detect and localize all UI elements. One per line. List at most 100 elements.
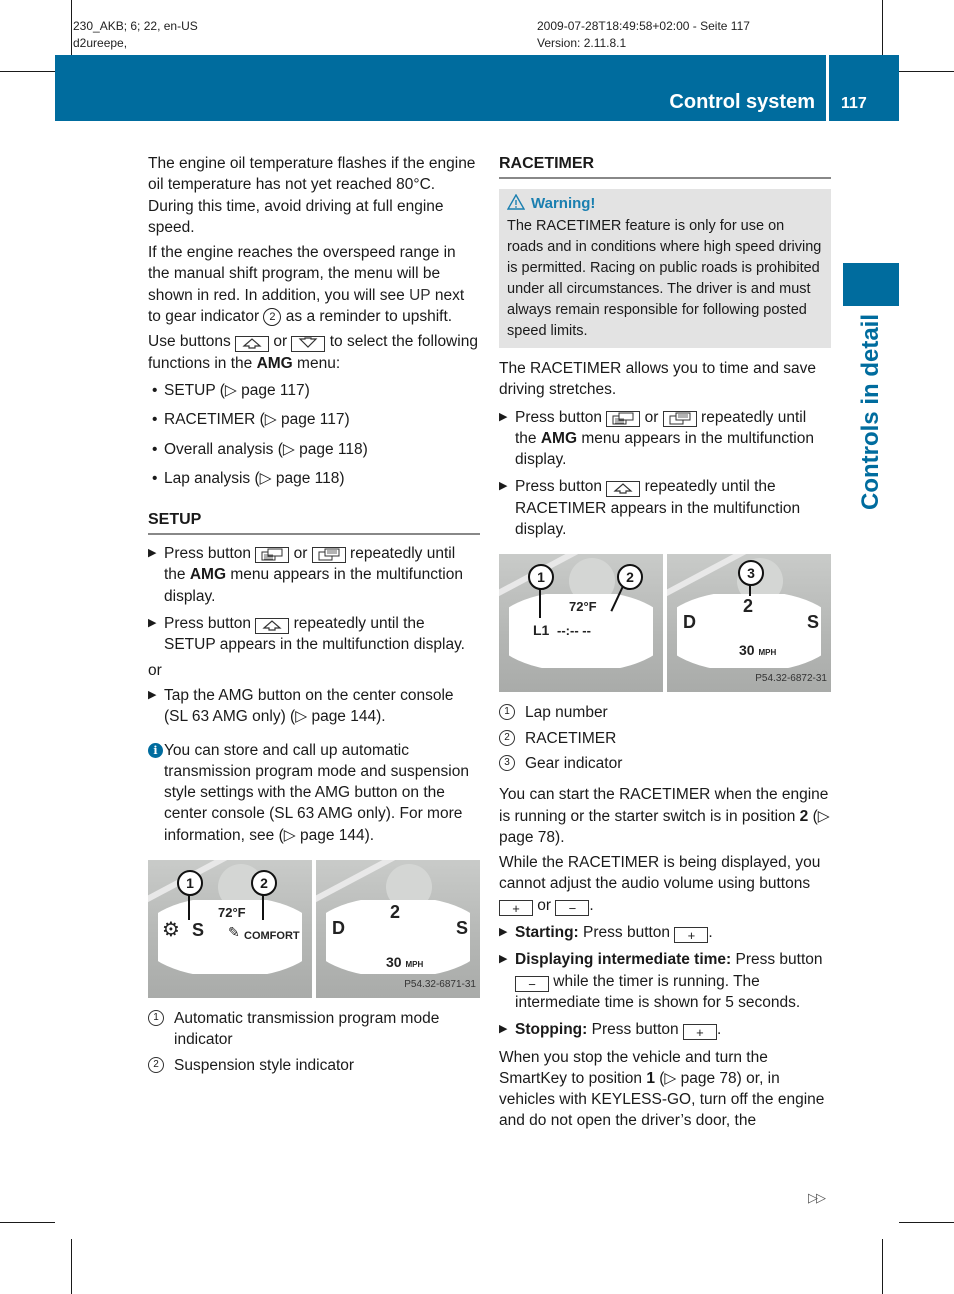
text: Press button bbox=[578, 924, 675, 942]
crop-mark bbox=[899, 1222, 954, 1223]
plus-button-icon: + bbox=[499, 899, 533, 916]
chapter-tab: Controls in detail bbox=[843, 310, 899, 510]
step-label: Displaying intermediate time: bbox=[515, 951, 732, 969]
amg-bold: AMG bbox=[256, 354, 293, 372]
left-column: The engine oil temperature flashes if th… bbox=[148, 153, 480, 1080]
menu-list-item: Overall analysis (▷ page 118) bbox=[148, 439, 480, 461]
paragraph: Use buttons or to select the following f… bbox=[148, 331, 480, 374]
doc-timestamp: 2009-07-28T18:49:58+02:00 - Seite 117 bbox=[537, 19, 750, 33]
up-button-icon bbox=[235, 336, 270, 353]
display-panel-right: D 2 S 30 MPH P54.32-6871-31 bbox=[316, 860, 480, 999]
figure-code: P54.32-6872-31 bbox=[755, 673, 827, 685]
crop-mark bbox=[0, 71, 55, 72]
print-meta-right: 2009-07-28T18:49:58+02:00 - Seite 117 Ve… bbox=[537, 18, 750, 52]
figure-racetimer-display: 72°F L1 --:-- -- 1 2 D 2 S 30 MPH 3 P54.… bbox=[499, 554, 831, 693]
paragraph: You can start the RACETIMER when the eng… bbox=[499, 784, 831, 848]
step-label: Starting: bbox=[515, 924, 579, 942]
text: . bbox=[716, 1021, 722, 1039]
amg-bold: AMG bbox=[540, 429, 578, 447]
gear-icon: ⚙ bbox=[162, 919, 180, 942]
info-icon: i bbox=[148, 742, 163, 758]
position-bold: 2 bbox=[799, 807, 809, 825]
callout-2: 2 bbox=[617, 564, 643, 591]
speed-readout: 30 MPH bbox=[739, 640, 776, 663]
legend-text: Automatic transmission program mode indi… bbox=[174, 1010, 440, 1049]
legend-item: 3 Gear indicator bbox=[499, 753, 831, 774]
legend-text: RACETIMER bbox=[525, 729, 617, 747]
paragraph: While the RACETIMER is being displayed, … bbox=[499, 852, 831, 916]
text: Press button bbox=[515, 408, 607, 426]
step-arrow-icon: ▶ bbox=[499, 953, 508, 966]
callout-ref: 2 bbox=[263, 308, 282, 327]
text: while the timer is running. The intermed… bbox=[515, 972, 801, 1011]
text: or bbox=[269, 333, 292, 351]
plus-button-icon: + bbox=[674, 927, 709, 944]
menu-list: SETUP (▷ page 117) RACETIMER (▷ page 117… bbox=[148, 380, 480, 489]
step-arrow-icon: ▶ bbox=[499, 1023, 508, 1036]
step-arrow-icon: ▶ bbox=[499, 926, 508, 939]
instruction-step: ▶ Press button repeatedly until the SETU… bbox=[148, 613, 480, 656]
text: or bbox=[640, 408, 663, 426]
warning-text: The RACETIMER feature is only for use on… bbox=[507, 218, 822, 339]
page-number: 117 bbox=[841, 95, 867, 112]
warning-title: Warning! bbox=[531, 195, 596, 212]
info-note: i You can store and call up automatic tr… bbox=[148, 740, 480, 846]
step-arrow-icon: ▶ bbox=[148, 688, 157, 701]
menu-list-item: Lap analysis (▷ page 118) bbox=[148, 468, 480, 490]
instruction-step: ▶ Press button or repeatedly until the A… bbox=[148, 543, 480, 607]
display-left-button-icon bbox=[255, 547, 290, 564]
display-panel-left: 72°F ⚙ S ✎ COMFORT 1 2 bbox=[148, 860, 312, 999]
doc-id: 230_AKB; 6; 22, en-US bbox=[73, 19, 198, 33]
plus-button-icon: + bbox=[682, 1024, 717, 1041]
crop-mark bbox=[899, 71, 954, 72]
text: Press button bbox=[731, 951, 823, 969]
paragraph: If the engine reaches the overspeed rang… bbox=[148, 242, 480, 327]
suspension-icon: ✎ bbox=[228, 924, 240, 941]
info-text: You can store and call up automatic tran… bbox=[164, 741, 469, 844]
menu-list-item: SETUP (▷ page 117) bbox=[148, 380, 480, 402]
speed-value: 30 bbox=[739, 642, 755, 659]
crop-mark bbox=[0, 1222, 55, 1223]
legend-number: 1 bbox=[499, 704, 515, 721]
step-label: Stopping: bbox=[515, 1021, 588, 1039]
temperature-readout: 72°F bbox=[218, 905, 246, 921]
up-button-icon bbox=[606, 481, 641, 498]
step-arrow-icon: ▶ bbox=[148, 617, 157, 630]
text: Press button bbox=[515, 478, 607, 496]
display-left-button-icon bbox=[606, 410, 641, 427]
text: as a reminder to upshift. bbox=[281, 308, 453, 326]
minus-button-icon: − bbox=[515, 975, 549, 992]
text: While the RACETIMER is being displayed, … bbox=[499, 854, 821, 893]
paragraph: When you stop the vehicle and turn the S… bbox=[499, 1047, 831, 1132]
instruction-step: ▶ Displaying intermediate time: Press bu… bbox=[499, 949, 831, 1013]
gear-position-left: D bbox=[332, 918, 345, 939]
or-label: or bbox=[148, 661, 162, 679]
position-bold: 1 bbox=[646, 1069, 655, 1087]
gear-position-right: S bbox=[455, 918, 468, 939]
legend-item: 2 RACETIMER bbox=[499, 728, 831, 749]
current-gear: 2 bbox=[743, 596, 754, 617]
speed-unit: MPH bbox=[758, 648, 777, 658]
display-right-button-icon bbox=[311, 547, 346, 564]
display-panel-left: 72°F L1 --:-- -- 1 2 bbox=[499, 554, 663, 693]
callout-1: 1 bbox=[528, 564, 554, 591]
figure-setup-display: 72°F ⚙ S ✎ COMFORT 1 2 D 2 S 30 MPH P54.… bbox=[148, 860, 480, 999]
down-button-icon bbox=[291, 336, 326, 353]
speed-readout: 30 MPH bbox=[386, 952, 423, 975]
lap-number: L1 bbox=[533, 622, 550, 639]
legend-item: 1 Automatic transmission program mode in… bbox=[148, 1008, 480, 1051]
racetimer-readout: --:-- -- bbox=[557, 623, 591, 639]
warning-box: Warning! The RACETIMER feature is only f… bbox=[499, 189, 831, 348]
figure-code: P54.32-6871-31 bbox=[404, 978, 476, 990]
up-button-icon bbox=[255, 618, 290, 635]
text: menu: bbox=[292, 354, 341, 372]
text: You can start the RACETIMER when the eng… bbox=[499, 786, 829, 825]
display-right-button-icon bbox=[662, 410, 697, 427]
display-panel-right: D 2 S 30 MPH 3 P54.32-6872-31 bbox=[667, 554, 831, 693]
legend-text: Gear indicator bbox=[525, 754, 623, 772]
legend-number: 1 bbox=[148, 1010, 164, 1027]
header-divider bbox=[826, 55, 829, 121]
callout-2: 2 bbox=[251, 870, 277, 897]
continued-icon: ▷▷ bbox=[808, 1190, 826, 1205]
text: Press button bbox=[164, 615, 256, 633]
